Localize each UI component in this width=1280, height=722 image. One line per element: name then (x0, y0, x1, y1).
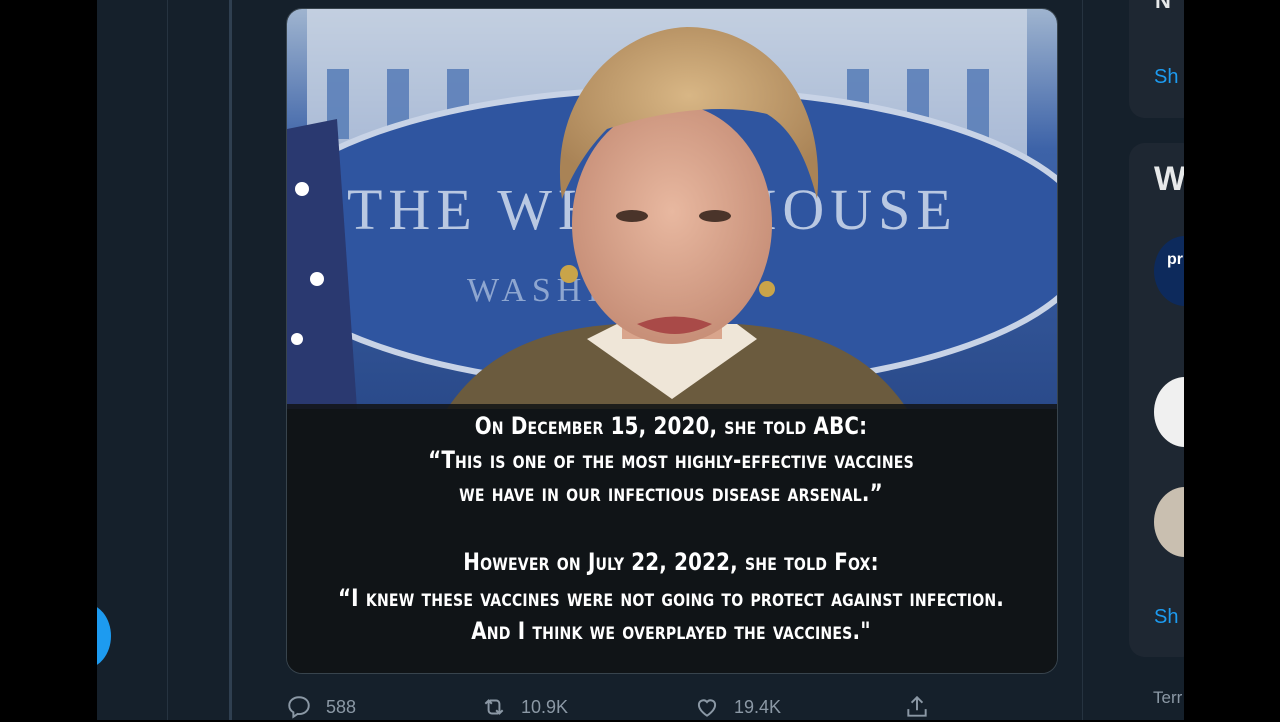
heart-icon (697, 699, 717, 717)
column-divider (1082, 0, 1083, 720)
retweet-icon (484, 699, 504, 715)
caption-line-3: we have in our infectious disease arsena… (459, 479, 883, 507)
caption-line-5: “I knew these vaccines were not going to… (337, 584, 1005, 612)
share-icon (907, 695, 927, 717)
left-navigation-column (97, 0, 167, 720)
column-divider (167, 0, 168, 720)
trends-heading: N (1155, 0, 1171, 13)
caption-line-6: And I think we overplayed the vaccines." (471, 617, 871, 645)
thread-connector-line (229, 0, 232, 720)
caption-line-2: “This is one of the most highly-effectiv… (428, 446, 914, 474)
who-to-follow-heading: W (1154, 160, 1187, 198)
caption-line-4: However on July 22, 2022, she told Fox: (463, 548, 879, 576)
reply-count: 588 (326, 696, 357, 717)
caption-line-1: On December 15, 2020, she told ABC: (474, 412, 868, 440)
share-button[interactable] (904, 692, 930, 722)
footer-terms-link[interactable]: Terr (1153, 688, 1182, 708)
retweet-button[interactable]: 10.9K (481, 692, 568, 722)
show-more-link[interactable]: Sh (1154, 606, 1178, 629)
like-button[interactable]: 19.4K (694, 692, 781, 722)
retweet-count: 10.9K (521, 696, 569, 717)
letterbox-right (1184, 0, 1280, 720)
reply-icon (288, 696, 310, 719)
reply-button[interactable]: 588 (286, 692, 356, 722)
show-more-link[interactable]: Sh (1154, 66, 1178, 89)
like-count: 19.4K (734, 696, 782, 717)
press-briefing-photo: THE WHITE HOUSE WASHINGTON (287, 9, 1057, 409)
compose-tweet-button[interactable] (97, 603, 111, 669)
